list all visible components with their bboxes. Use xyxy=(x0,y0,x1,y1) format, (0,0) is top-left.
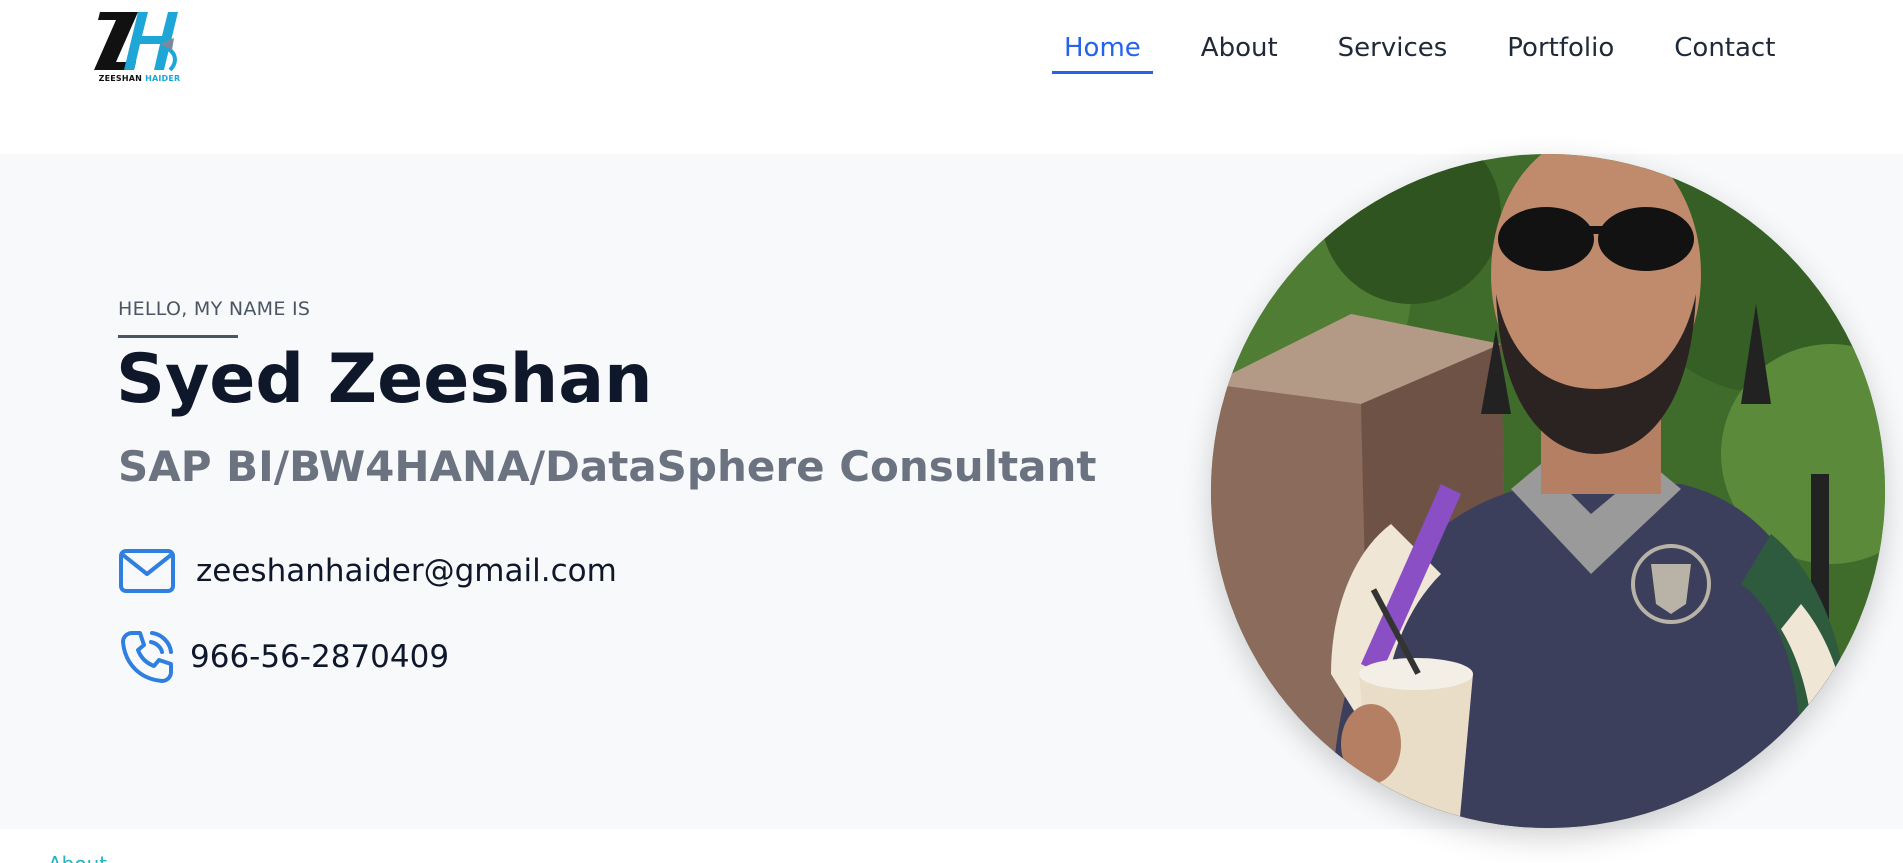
nav-portfolio[interactable]: Portfolio xyxy=(1495,30,1626,74)
phone-icon xyxy=(121,631,173,683)
brand-logo[interactable]: ZEESHAN HAIDER xyxy=(92,8,187,88)
main-nav: Home About Services Portfolio Contact xyxy=(1052,30,1823,74)
nav-contact[interactable]: Contact xyxy=(1662,30,1787,74)
hero-role: SAP BI/BW4HANA/DataSphere Consultant xyxy=(118,442,1097,491)
hero-eyebrow: HELLO, MY NAME IS xyxy=(118,298,311,320)
next-section-peek: About xyxy=(48,852,107,863)
nav-about[interactable]: About xyxy=(1189,30,1290,74)
email-contact[interactable]: zeeshanhaider@gmail.com xyxy=(118,542,617,600)
phone-number[interactable]: 966-56-2870409 xyxy=(190,639,449,675)
logo-monogram-icon xyxy=(94,12,178,72)
profile-photo-illustration xyxy=(1211,154,1885,828)
brand-wordmark: ZEESHAN HAIDER xyxy=(98,74,181,83)
nav-home[interactable]: Home xyxy=(1052,30,1153,74)
phone-contact[interactable]: 966-56-2870409 xyxy=(118,628,449,686)
mail-icon xyxy=(119,549,175,593)
hero-name: Syed Zeeshan xyxy=(116,340,653,419)
nav-services[interactable]: Services xyxy=(1326,30,1460,74)
eyebrow-underline xyxy=(118,335,238,338)
site-header: ZEESHAN HAIDER Home About Services Portf… xyxy=(0,0,1903,154)
profile-photo xyxy=(1211,154,1885,828)
email-address[interactable]: zeeshanhaider@gmail.com xyxy=(196,553,617,589)
